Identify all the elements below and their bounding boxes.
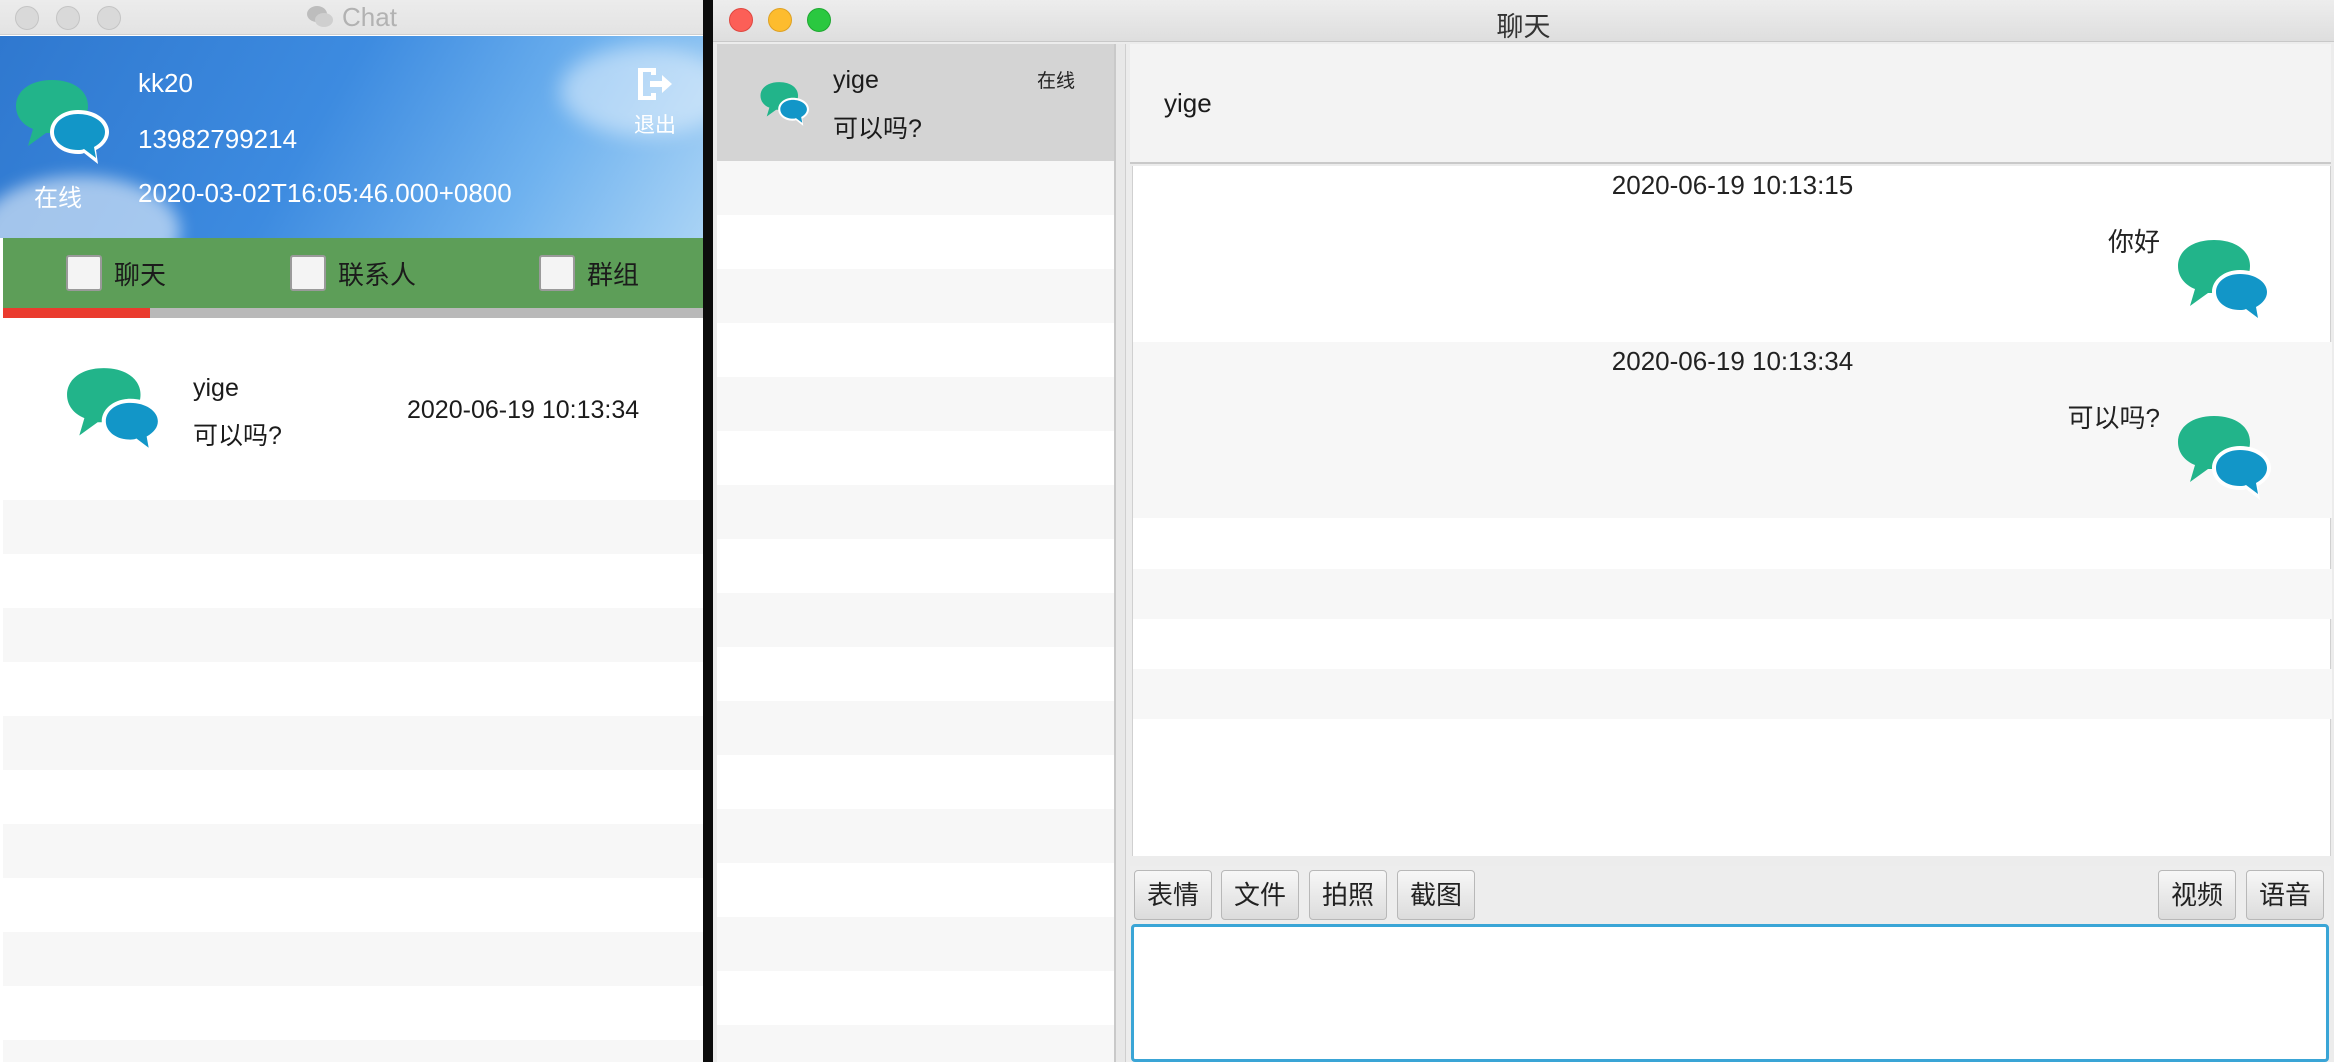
conversation-time: 2020-06-19 10:13:34	[407, 396, 640, 424]
contact-name: yige	[833, 66, 879, 94]
conversation-item[interactable]: yige 可以吗? 2020-06-19 10:13:34	[3, 318, 703, 500]
tab-chats-checkbox[interactable]	[66, 255, 102, 291]
main-window: Chat 在线 kk20 13982799214 2020-03-02T16:0…	[0, 0, 703, 1062]
chat-toolbar: 表情 文件 拍照 截图 视频 语音	[1130, 866, 2331, 924]
pane-splitter[interactable]	[1116, 44, 1126, 1062]
chat-title-bar: 聊天	[713, 0, 2334, 42]
message-timestamp: 2020-06-19 10:13:34	[1611, 346, 1854, 376]
tab-chats[interactable]: 聊天	[66, 238, 166, 308]
video-call-button[interactable]: 视频	[2158, 870, 2237, 920]
logout-icon	[630, 64, 680, 109]
sender-avatar-icon	[2176, 412, 2274, 509]
conversation-last-message: 可以吗?	[193, 422, 282, 450]
tab-groups-checkbox[interactable]	[539, 255, 575, 291]
tab-indicator-track	[3, 308, 703, 318]
contact-last-message: 可以吗?	[833, 115, 922, 143]
tab-contacts[interactable]: 联系人	[290, 238, 416, 308]
logout-button[interactable]: 退出	[630, 64, 680, 139]
conversation-name: yige	[193, 374, 239, 402]
tab-groups-label: 群组	[587, 259, 640, 290]
emoji-button[interactable]: 表情	[1134, 870, 1213, 920]
window-title-text: Chat	[342, 2, 397, 32]
username: kk20	[138, 68, 193, 98]
sender-avatar-icon	[2176, 236, 2274, 333]
contact-list[interactable]: yige 在线 可以吗?	[717, 44, 1116, 1062]
user-avatar-icon[interactable]	[14, 76, 112, 173]
conversation-list[interactable]: yige 可以吗? 2020-06-19 10:13:34	[3, 318, 703, 1062]
tab-groups[interactable]: 群组	[539, 238, 639, 308]
tab-contacts-checkbox[interactable]	[290, 255, 326, 291]
message-list[interactable]: 2020-06-19 10:13:15 你好 2020-06-19 10:13:…	[1132, 166, 2332, 856]
tab-chats-label: 聊天	[114, 259, 167, 290]
message-input[interactable]	[1131, 924, 2329, 1062]
contact-item-selected[interactable]: yige 在线 可以吗?	[717, 44, 1114, 161]
profile-panel: 在线 kk20 13982799214 2020-03-02T16:05:46.…	[0, 36, 703, 238]
photo-button[interactable]: 拍照	[1309, 870, 1388, 920]
file-button[interactable]: 文件	[1221, 870, 1300, 920]
message-timestamp: 2020-06-19 10:13:15	[1611, 170, 1854, 200]
tab-bar: 聊天 联系人 群组	[3, 238, 703, 308]
chat-partner-name: yige	[1164, 88, 1212, 118]
chat-window-title: 聊天	[1496, 12, 1551, 42]
tab-indicator	[3, 308, 150, 318]
status-label: 在线	[34, 185, 82, 212]
message-text[interactable]: 你好	[2108, 222, 2160, 259]
login-datetime: 2020-03-02T16:05:46.000+0800	[138, 178, 512, 208]
phone-number: 13982799214	[138, 124, 298, 154]
contact-status: 在线	[1037, 71, 1076, 92]
chat-icon	[306, 5, 334, 36]
contact-avatar-icon	[759, 80, 811, 133]
voice-call-button[interactable]: 语音	[2246, 870, 2325, 920]
screenshot-button[interactable]: 截图	[1397, 870, 1476, 920]
logout-label: 退出	[634, 114, 676, 137]
chat-header: yige	[1130, 44, 2331, 164]
contact-avatar-icon	[65, 364, 165, 463]
title-bar: Chat	[0, 0, 703, 35]
tab-contacts-label: 联系人	[338, 259, 417, 290]
message-text[interactable]: 可以吗?	[2068, 398, 2160, 435]
chat-window: 聊天 yige 在线 可以吗? yige 2020-06-19 10:13:15…	[713, 0, 2334, 1062]
window-title: Chat	[0, 2, 703, 36]
